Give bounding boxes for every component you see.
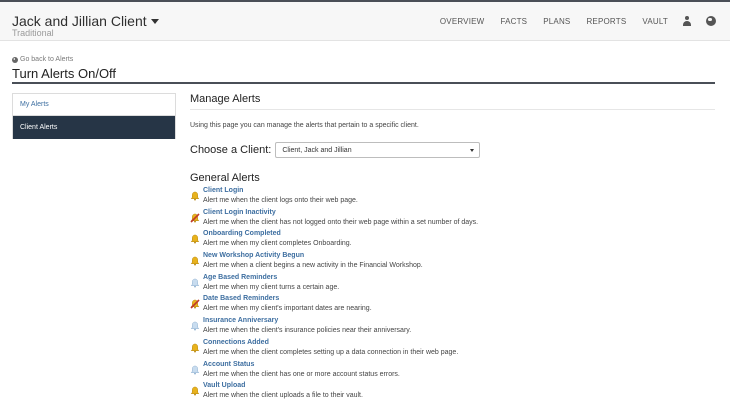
page-title: Turn Alerts On/Off [12,66,117,81]
sidebar-item-client-alerts[interactable]: Client Alerts [13,116,175,139]
nav-vault[interactable]: VAULT [642,17,668,26]
sidebar-item-my-alerts[interactable]: My Alerts [13,94,175,116]
alert-item: Client Login Inactivity Alert me when the… [190,209,715,231]
alert-name-link[interactable]: Vault Upload [203,382,245,389]
alert-name-link[interactable]: Onboarding Completed [203,230,281,237]
choose-client-label: Choose a Client: [190,144,272,156]
nav-reports[interactable]: REPORTS [586,17,626,26]
alert-item: Vault Upload Alert me when the client upl… [190,382,715,404]
title-divider [12,82,715,84]
alert-item: New Workshop Activity Begun Alert me when… [190,252,715,274]
nav-overview[interactable]: OVERVIEW [440,17,485,26]
alert-name-link[interactable]: Date Based Reminders [203,295,279,302]
general-alerts-title: General Alerts [190,172,260,184]
client-type: Traditional [12,28,54,38]
alert-description: Alert me when the client completes setti… [203,348,459,356]
bell-on-icon[interactable] [190,340,200,353]
alert-name-link[interactable]: Client Login [203,187,243,194]
nav-plans[interactable]: PLANS [543,17,570,26]
alert-item: Connections Added Alert me when the clien… [190,339,715,361]
alert-description: Alert me when my client completes Onboar… [203,240,352,248]
alert-name-link[interactable]: Insurance Anniversary [203,317,278,324]
main-nav: OVERVIEW FACTS PLANS REPORTS VAULT [424,16,716,26]
alert-item: Onboarding Completed Alert me when my cli… [190,230,715,252]
alert-description: Alert me when the client has not logged … [203,218,479,226]
bell-off-icon[interactable] [190,275,200,288]
globe-icon[interactable] [706,16,716,26]
choose-client-row: Choose a Client: Client, Jack and Jillia… [190,142,715,158]
alert-description: Alert me when a client begins a new acti… [203,262,423,270]
client-select[interactable]: Client, Jack and Jillian [275,142,481,158]
bell-on-icon[interactable] [190,383,200,396]
user-icon[interactable] [682,16,692,26]
alert-description: Alert me when my client's important date… [203,305,372,313]
back-link-label: Go back to Alerts [20,56,74,63]
client-name: Jack and Jillian Client [12,13,147,29]
alert-item: Account Status Alert me when the client h… [190,361,715,383]
back-to-alerts-link[interactable]: Go back to Alerts [12,56,73,63]
alert-description: Alert me when the client has one or more… [203,370,400,378]
alert-item: Client Login Alert me when the client log… [190,187,715,209]
caret-down-icon [150,19,159,24]
intro-text: Using this page you can manage the alert… [190,122,419,129]
alert-name-link[interactable]: Connections Added [203,339,269,346]
alert-item: Insurance Anniversary Alert me when the c… [190,317,715,339]
bell-disabled-icon[interactable] [190,210,200,223]
nav-facts[interactable]: FACTS [500,17,527,26]
manage-alerts-title: Manage Alerts [190,93,261,105]
main-content: Manage Alerts Using this page you can ma… [190,93,715,404]
alert-description: Alert me when the client's insurance pol… [203,327,412,335]
bell-on-icon[interactable] [190,231,200,244]
circle-arrow-left-icon [12,56,18,63]
select-arrow-icon [470,149,475,152]
alert-description: Alert me when the client uploads a file … [203,392,363,400]
alert-list: Client Login Alert me when the client log… [190,187,715,404]
alert-name-link[interactable]: Account Status [203,361,254,368]
alert-item: Age Based Reminders Alert me when my clie… [190,274,715,296]
alert-name-link[interactable]: Age Based Reminders [203,274,277,281]
bell-off-icon[interactable] [190,318,200,331]
alert-item: Date Based Reminders Alert me when my cli… [190,295,715,317]
section-divider [190,109,715,110]
sidebar: My Alerts Client Alerts [12,93,176,139]
top-header: Jack and Jillian Client Traditional OVER… [0,0,730,41]
bell-on-icon[interactable] [190,188,200,201]
bell-disabled-icon[interactable] [190,296,200,310]
alert-name-link[interactable]: Client Login Inactivity [203,209,276,216]
bell-on-icon[interactable] [190,253,200,266]
client-switcher[interactable]: Jack and Jillian Client [12,13,159,29]
bell-off-icon[interactable] [190,362,200,374]
alert-name-link[interactable]: New Workshop Activity Begun [203,252,304,259]
alert-description: Alert me when the client logs onto their… [203,197,358,204]
client-select-value: Client, Jack and Jillian [282,146,352,154]
alert-description: Alert me when my client turns a certain … [203,283,340,291]
